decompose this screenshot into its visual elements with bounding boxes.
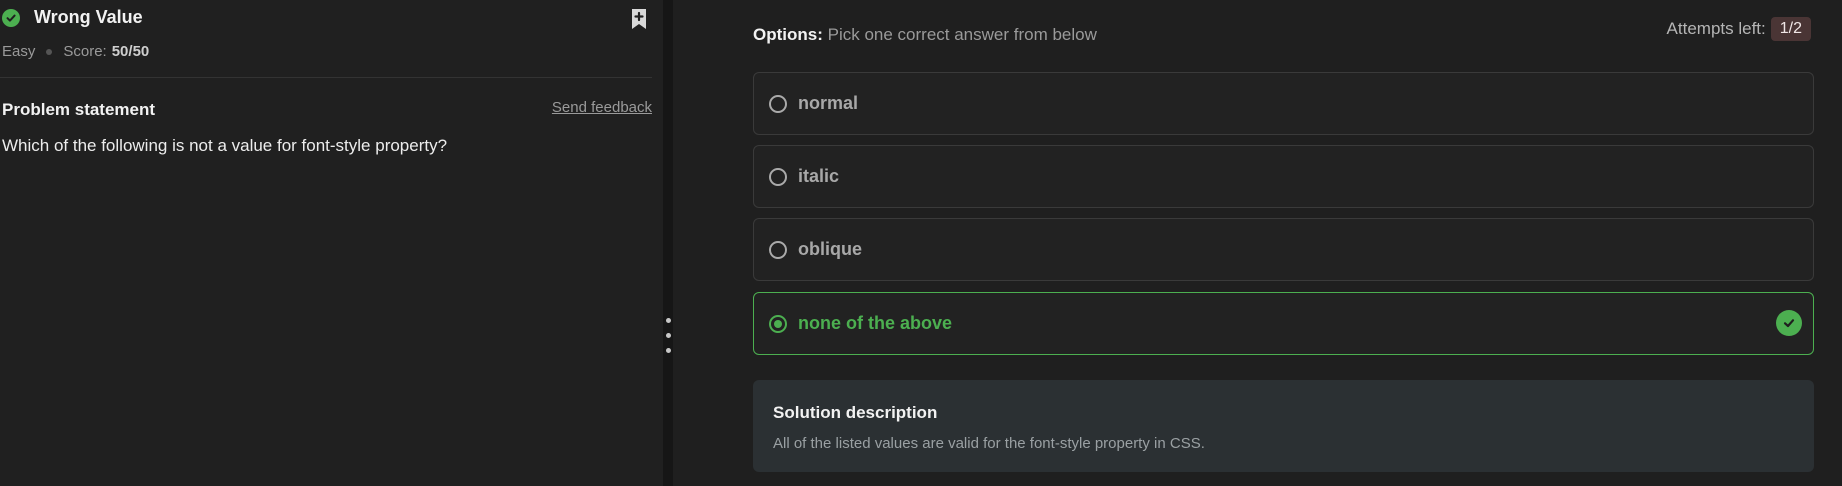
- option-label: italic: [798, 166, 840, 186]
- problem-panel: Wrong Value Easy Score: 50/50 Problem st…: [0, 0, 663, 486]
- difficulty-label: Easy: [2, 43, 36, 60]
- option-label: normal: [798, 93, 859, 113]
- problem-statement-heading: Problem statement: [2, 100, 156, 119]
- meta-separator-dot: [46, 48, 53, 55]
- solution-description-box: Solution description All of the listed v…: [753, 380, 1814, 472]
- correct-check-icon: [1776, 310, 1802, 336]
- options-panel: Options: Pick one correct answer from be…: [673, 0, 1842, 486]
- radio-button[interactable]: [769, 240, 787, 259]
- app-root: Wrong Value Easy Score: 50/50 Problem st…: [0, 0, 1842, 486]
- vertical-grip-icon: [666, 318, 671, 323]
- problem-meta: Easy Score: 50/50: [2, 43, 149, 60]
- attempts-indicator: Attempts left: 1/2: [1667, 17, 1811, 41]
- vertical-grip-icon: [666, 333, 671, 338]
- score-value: 50/50: [111, 43, 150, 60]
- problem-title-row: Wrong Value: [2, 7, 143, 28]
- solved-check-icon: [2, 8, 20, 27]
- problem-title: Wrong Value: [34, 7, 143, 27]
- solution-title: Solution description: [773, 403, 938, 422]
- option-none-of-the-above[interactable]: none of the above: [753, 292, 1814, 355]
- problem-statement-text: Which of the following is not a value fo…: [2, 136, 448, 155]
- score-label: Score:: [63, 43, 107, 60]
- radio-button[interactable]: [769, 167, 787, 186]
- attempts-badge: 1/2: [1770, 17, 1811, 41]
- vertical-grip-icon: [666, 348, 671, 353]
- panel-splitter[interactable]: [663, 0, 673, 486]
- option-label: oblique: [798, 239, 862, 259]
- radio-button-selected[interactable]: [769, 314, 787, 333]
- options-header-label: Options:: [753, 25, 823, 44]
- options-header: Options: Pick one correct answer from be…: [753, 25, 1097, 45]
- option-normal[interactable]: normal: [753, 72, 1814, 135]
- send-feedback-link[interactable]: Send feedback: [552, 99, 652, 116]
- header-divider: [0, 77, 652, 78]
- attempts-label: Attempts left:: [1666, 19, 1766, 38]
- option-italic[interactable]: italic: [753, 145, 1814, 208]
- radio-button[interactable]: [769, 94, 787, 113]
- option-label: none of the above: [798, 313, 953, 333]
- option-oblique[interactable]: oblique: [753, 218, 1814, 281]
- bookmark-add-icon[interactable]: [630, 8, 648, 30]
- options-header-instruction: Pick one correct answer from below: [822, 25, 1097, 44]
- solution-text: All of the listed values are valid for t…: [773, 435, 1205, 452]
